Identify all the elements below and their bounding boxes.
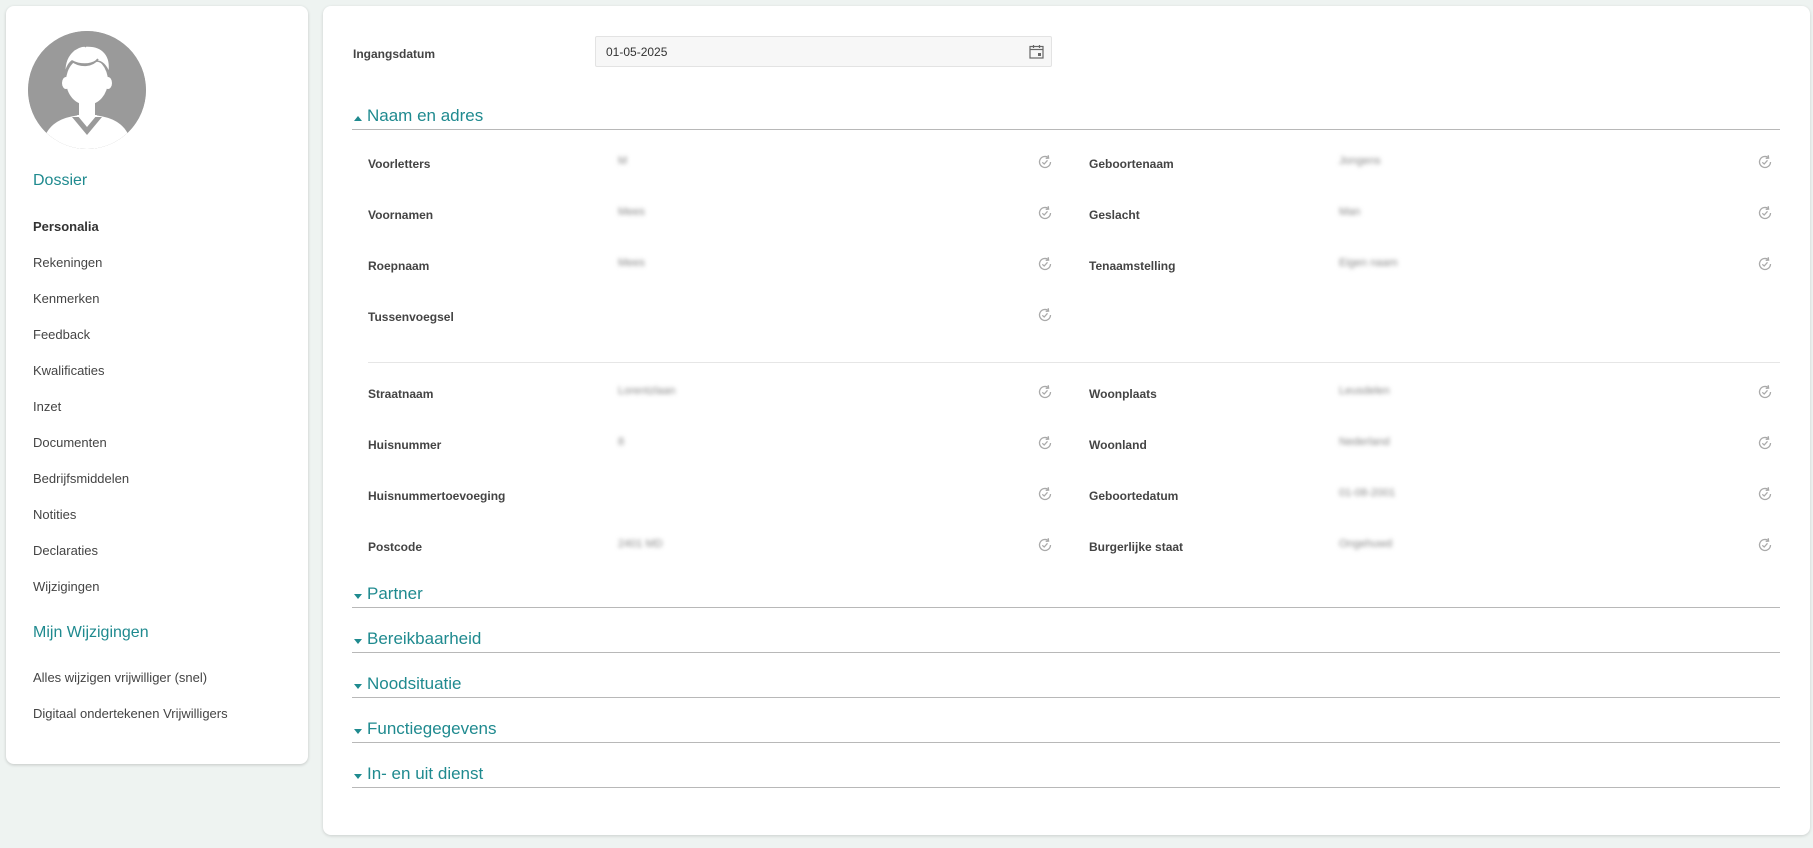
field-label: Woonplaats [1089,387,1157,401]
section-title: Partner [367,584,423,603]
history-icon[interactable] [1037,384,1053,400]
field-label: Voornamen [368,208,434,222]
section-partner[interactable]: Partner [352,582,1780,608]
history-icon[interactable] [1037,307,1053,323]
main-panel: Ingangsdatum 01-05-2025 Naam en adres Vo… [323,6,1810,835]
field-label: Geboortedatum [1089,489,1179,503]
field-label: Straatnaam [368,387,434,401]
section-bereikbaarheid[interactable]: Bereikbaarheid [352,627,1780,653]
history-icon[interactable] [1037,256,1053,272]
history-icon[interactable] [1757,486,1773,502]
field-label: Tussenvoegsel [368,310,454,324]
ingangsdatum-label: Ingangsdatum [353,47,436,61]
field-value: Ongehuwd [1339,538,1393,550]
field-value: Man [1339,206,1361,218]
history-icon[interactable] [1037,205,1053,221]
field-value: Leusdelen [1339,385,1390,397]
sidebar-item-documenten[interactable]: Documenten [33,435,107,450]
history-icon[interactable] [1757,205,1773,221]
section-divider [368,362,1780,363]
section-functiegegevens[interactable]: Functiegegevens [352,717,1780,743]
history-icon[interactable] [1037,537,1053,553]
history-icon[interactable] [1757,154,1773,170]
caret-down-icon [354,594,362,599]
section-title: Functiegegevens [367,719,497,738]
sidebar-item-kenmerken[interactable]: Kenmerken [33,291,99,306]
section-noodsituatie[interactable]: Noodsituatie [352,672,1780,698]
field-label: Postcode [368,540,423,554]
sidebar-item-wijzigingen[interactable]: Wijzigingen [33,579,99,594]
field-label: Burgerlijke staat [1089,540,1184,554]
section-title: Naam en adres [367,106,484,125]
user-avatar-icon [28,31,146,149]
sidebar-item-kwalificaties[interactable]: Kwalificaties [33,363,105,378]
sidebar: Dossier Personalia Rekeningen Kenmerken … [6,6,308,764]
caret-down-icon [354,639,362,644]
sidebar-item-alles-wijzigen[interactable]: Alles wijzigen vrijwilliger (snel) [33,670,207,685]
sidebar-item-declaraties[interactable]: Declaraties [33,543,98,558]
history-icon[interactable] [1757,256,1773,272]
section-naam-en-adres[interactable]: Naam en adres [352,104,1780,130]
sidebar-item-bedrijfsmiddelen[interactable]: Bedrijfsmiddelen [33,471,129,486]
field-label: Voorletters [368,157,431,171]
field-value: Eigen naam [1339,257,1398,269]
field-label: Woonland [1089,438,1147,452]
sidebar-item-digitaal-ondertekenen[interactable]: Digitaal ondertekenen Vrijwilligers [33,706,228,721]
history-icon[interactable] [1037,154,1053,170]
field-value: M [618,155,628,167]
field-label: Tenaamstelling [1089,259,1176,273]
history-icon[interactable] [1757,537,1773,553]
field-value: Mees [618,257,645,269]
history-icon[interactable] [1757,435,1773,451]
field-value: 01-08-2001 [1339,487,1396,499]
caret-down-icon [354,774,362,779]
field-value: Mees [618,206,645,218]
field-value: Jongens [1339,155,1381,167]
ingangsdatum-input[interactable]: 01-05-2025 [595,36,1052,67]
field-label: Huisnummertoevoeging [368,489,506,503]
calendar-icon[interactable] [1029,44,1044,62]
field-label: Roepnaam [368,259,430,273]
caret-down-icon [354,684,362,689]
field-value: Lorentzlaan [618,385,676,397]
field-label: Geboortenaam [1089,157,1174,171]
ingangsdatum-value: 01-05-2025 [606,45,668,59]
sidebar-item-personalia[interactable]: Personalia [33,219,99,234]
mijn-wijzigingen-heading: Mijn Wijzigingen [33,624,149,641]
field-value: 8 [618,436,625,448]
sidebar-item-rekeningen[interactable]: Rekeningen [33,255,102,270]
field-value: Nederland [1339,436,1390,448]
field-label: Huisnummer [368,438,442,452]
sidebar-item-inzet[interactable]: Inzet [33,399,61,414]
field-value: 2401 MD [618,538,663,550]
dossier-heading: Dossier [33,172,88,189]
sidebar-item-notities[interactable]: Notities [33,507,76,522]
section-title: Noodsituatie [367,674,462,693]
caret-up-icon [354,116,362,121]
caret-down-icon [354,729,362,734]
section-title: In- en uit dienst [367,764,484,783]
field-label: Geslacht [1089,208,1140,222]
history-icon[interactable] [1037,435,1053,451]
history-icon[interactable] [1037,486,1053,502]
sidebar-item-feedback[interactable]: Feedback [33,327,90,342]
section-in-en-uit-dienst[interactable]: In- en uit dienst [352,762,1780,788]
section-title: Bereikbaarheid [367,629,482,648]
history-icon[interactable] [1757,384,1773,400]
